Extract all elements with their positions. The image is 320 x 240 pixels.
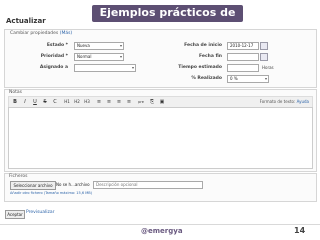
chevron-down-icon: ▾ — [264, 76, 267, 81]
no-file-text: No se h...archivo — [56, 182, 90, 187]
estimated-time-label: Tiempo estimado — [178, 65, 222, 70]
italic-button[interactable]: I — [21, 98, 29, 106]
heading3-button[interactable]: H3 — [83, 98, 91, 106]
footer-divider — [0, 224, 320, 225]
accept-button[interactable]: Aceptar — [5, 210, 25, 219]
heading1-button[interactable]: H1 — [63, 98, 71, 106]
bold-button[interactable]: B — [11, 98, 19, 106]
priority-select[interactable]: Normal ▾ — [74, 53, 124, 61]
indent-left-icon[interactable]: ≡ — [115, 98, 123, 106]
twitter-handle: @emergya — [141, 227, 183, 235]
notes-textarea[interactable] — [8, 107, 313, 169]
chevron-down-icon: ▾ — [131, 65, 134, 70]
chevron-down-icon: ▾ — [119, 54, 122, 59]
status-label: Estado * — [46, 43, 68, 48]
status-select[interactable]: Nueva ▾ — [74, 42, 124, 50]
done-ratio-value: 0 % — [230, 76, 238, 81]
list-numbered-icon[interactable]: ≡ — [105, 98, 113, 106]
priority-label: Prioridad * — [40, 54, 68, 59]
calendar-icon[interactable] — [260, 53, 268, 61]
notes-legend: Notas — [9, 90, 22, 95]
file-description-input[interactable]: Descripción opcional — [93, 181, 203, 189]
help-link[interactable]: Ayuda — [297, 99, 309, 104]
heading2-button[interactable]: H2 — [73, 98, 81, 106]
image-icon[interactable]: ▣ — [158, 98, 166, 106]
chevron-down-icon: ▾ — [119, 43, 122, 48]
choose-file-button[interactable]: Seleccionar archivo — [10, 181, 56, 190]
attributes-legend-text: Cambiar propiedades — [10, 31, 59, 36]
assignee-select[interactable]: ▾ — [74, 64, 136, 72]
text-format-label: Formato de texto: — [259, 99, 296, 104]
list-bullet-icon[interactable]: ≡ — [95, 98, 103, 106]
text-format: Formato de texto: Ayuda — [260, 99, 309, 104]
strike-button[interactable]: S — [41, 98, 49, 106]
done-ratio-select[interactable]: 0 % ▾ — [227, 75, 269, 83]
preformatted-button[interactable]: pre — [137, 98, 145, 106]
calendar-icon[interactable] — [260, 42, 268, 50]
priority-value: Normal — [77, 54, 92, 59]
due-date-input[interactable] — [227, 53, 259, 61]
add-file-link[interactable]: Añadir otro fichero (Tamaño máximo: 15,6… — [10, 191, 92, 195]
due-date-label: Fecha fin — [199, 54, 222, 59]
preview-link[interactable]: Previsualizar — [26, 210, 55, 215]
start-date-label: Fecha de inicio — [184, 43, 222, 48]
files-legend: Ficheros — [9, 174, 28, 179]
code-button[interactable]: C — [51, 98, 59, 106]
indent-right-icon[interactable]: ≡ — [125, 98, 133, 106]
link-icon[interactable]: ⎘ — [148, 98, 156, 106]
more-link[interactable]: (Más) — [60, 31, 73, 36]
start-date-input[interactable]: 2010-12-17 — [227, 42, 259, 50]
status-value: Nueva — [77, 43, 90, 48]
page-title: Actualizar — [6, 17, 46, 25]
done-ratio-label: % Realizado — [191, 76, 222, 81]
assignee-label: Asignado a — [39, 65, 68, 70]
estimated-time-input[interactable] — [227, 64, 259, 72]
attributes-legend: Cambiar propiedades (Más) — [9, 31, 74, 36]
page-number: 14 — [294, 226, 306, 235]
hours-unit: Horas — [262, 65, 274, 70]
underline-button[interactable]: U — [31, 98, 39, 106]
